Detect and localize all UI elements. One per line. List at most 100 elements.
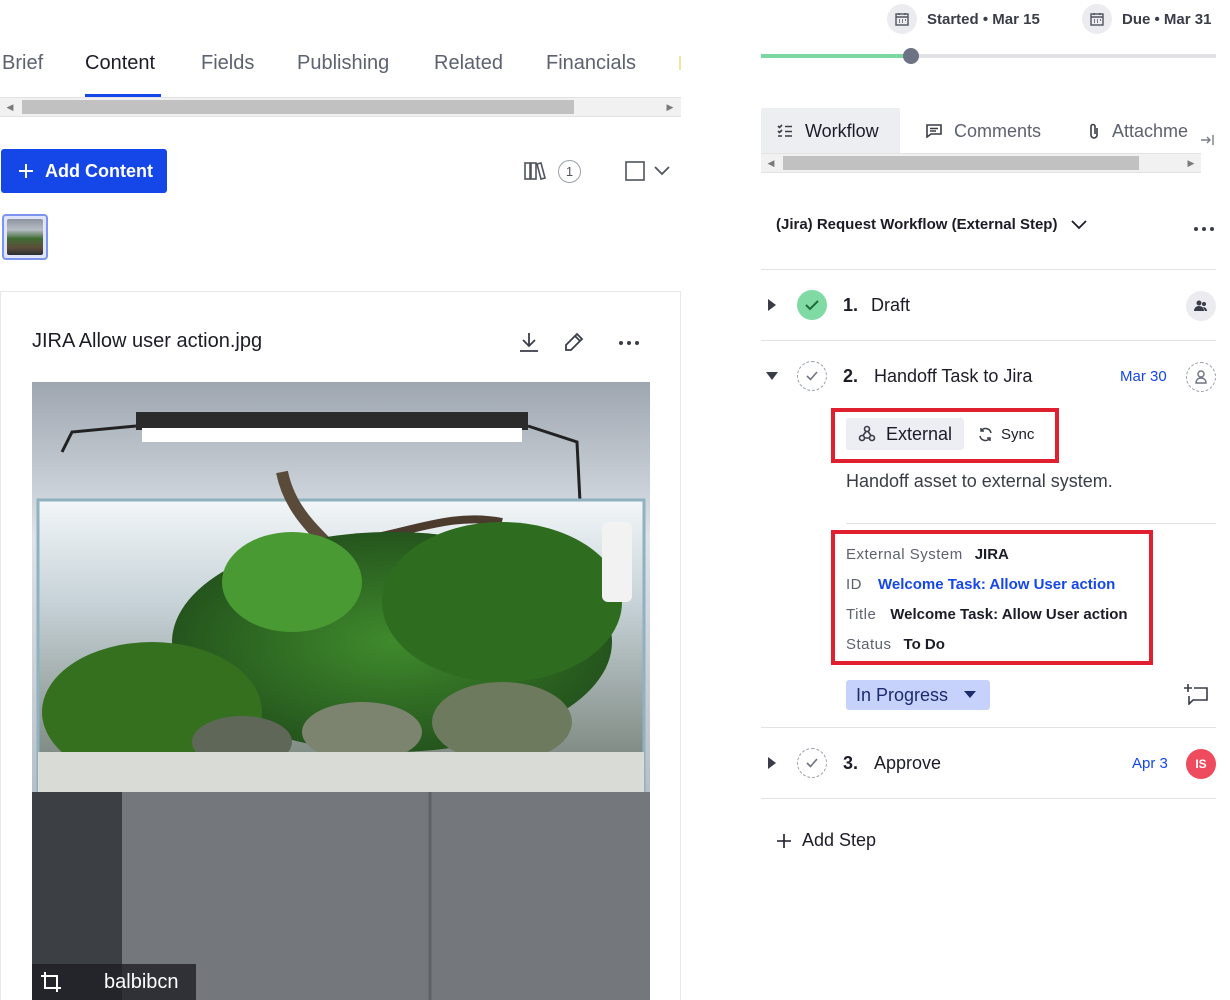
library-icon[interactable] <box>524 161 546 181</box>
detail-key: Title <box>846 606 877 623</box>
tab-content[interactable]: Content <box>85 52 155 75</box>
divider <box>761 727 1216 728</box>
expand-caret-icon[interactable] <box>767 756 777 770</box>
scroll-left-icon[interactable]: ◀ <box>765 157 777 169</box>
started-date-chip[interactable]: Started • Mar 15 <box>887 4 1040 34</box>
caret-down-icon <box>964 691 977 699</box>
right-tabs-scrollbar[interactable]: ◀ ▶ <box>761 153 1201 173</box>
step-due-date[interactable]: Apr 3 <box>1132 755 1168 772</box>
content-tabs: Brief Content Fields Publishing Related … <box>0 40 681 98</box>
tab-workflow-label: Workflow <box>805 120 879 141</box>
detail-status: Status To Do <box>846 636 945 653</box>
collapse-caret-icon[interactable] <box>765 371 779 381</box>
tab-financials[interactable]: Financials <box>546 52 636 75</box>
scroll-left-icon[interactable]: ◀ <box>4 101 16 113</box>
tab-comments-label: Comments <box>954 120 1042 141</box>
detail-value: To Do <box>903 636 945 653</box>
divider <box>846 523 1216 524</box>
tab-fields[interactable]: Fields <box>201 52 254 75</box>
asset-thumbnail[interactable] <box>2 214 48 260</box>
step-status-dropdown[interactable]: In Progress <box>846 680 990 710</box>
step-name: Approve <box>874 753 942 773</box>
add-subtask-icon[interactable] <box>1184 683 1208 705</box>
external-task-link[interactable]: Welcome Task: Allow User action <box>878 576 1115 593</box>
step-complete-icon <box>797 290 827 320</box>
workflow-name: (Jira) Request Workflow (External Step) <box>776 216 1058 233</box>
workflow-progress-bar <box>761 54 1216 58</box>
detail-key: Status <box>846 636 892 653</box>
detail-external-system: External System JIRA <box>846 546 1009 563</box>
assignee-avatar[interactable]: IS <box>1186 749 1216 779</box>
step-name: Draft <box>871 295 911 315</box>
external-badge: External <box>846 418 964 450</box>
step-number: 2. <box>843 366 859 386</box>
workflow-selector[interactable]: (Jira) Request Workflow (External Step) <box>776 216 1088 233</box>
workflow-step-handoff[interactable]: 2. Handoff Task to Jira Mar 30 <box>761 356 1216 396</box>
asset-image <box>32 382 650 1000</box>
detail-title: Title Welcome Task: Allow User action <box>846 606 1128 623</box>
step-pending-icon <box>797 748 827 778</box>
detail-id: ID Welcome Task: Allow User action <box>846 576 1115 593</box>
asset-title: JIRA Allow user action.jpg <box>32 330 263 352</box>
step-pending-icon <box>797 361 827 391</box>
calendar-icon <box>887 4 917 34</box>
detail-key: ID <box>846 576 862 593</box>
divider <box>761 798 1216 799</box>
divider <box>761 269 1216 270</box>
workflow-step-approve[interactable]: 3. Approve Apr 3 IS <box>761 743 1216 783</box>
progress-fill <box>761 54 912 58</box>
detail-key: External System <box>846 546 963 563</box>
tab-brief[interactable]: Brief <box>2 52 43 75</box>
tab-workflow[interactable]: Workflow <box>761 108 900 154</box>
crop-icon[interactable] <box>40 971 62 993</box>
tab-publishing[interactable]: Publishing <box>297 52 389 75</box>
collapse-panel-icon[interactable] <box>1200 134 1214 146</box>
comment-icon <box>926 124 942 138</box>
more-icon[interactable] <box>618 340 640 346</box>
workflow-step-draft[interactable]: 1. Draft <box>761 285 1216 325</box>
calendar-icon <box>1082 4 1112 34</box>
step-number: 1. <box>843 295 859 315</box>
thumbnail-image <box>7 219 43 255</box>
step-status-label: In Progress <box>856 684 949 705</box>
scroll-right-icon[interactable]: ▶ <box>664 101 676 113</box>
unassigned-user-icon[interactable] <box>1186 362 1216 392</box>
checklist-icon <box>777 124 793 138</box>
due-date-chip[interactable]: Due • Mar 31 <box>1082 4 1211 34</box>
add-step-button[interactable]: Add Step <box>776 830 876 851</box>
image-credit: balbibcn <box>104 970 179 993</box>
chevron-down-icon[interactable] <box>654 165 670 177</box>
tab-related[interactable]: Related <box>434 52 503 75</box>
assignee-group-icon[interactable] <box>1186 291 1216 321</box>
library-count-badge: 1 <box>558 160 581 183</box>
step-number: 3. <box>843 753 859 773</box>
tab-overflow-marker <box>679 56 681 70</box>
progress-handle[interactable] <box>903 48 920 64</box>
workflow-more-icon[interactable] <box>1193 226 1215 232</box>
download-icon[interactable] <box>518 331 540 353</box>
sync-button[interactable]: Sync <box>978 418 1034 450</box>
started-date: Started • Mar 15 <box>927 10 1040 28</box>
scroll-right-icon[interactable]: ▶ <box>1185 157 1197 169</box>
tabs-scrollbar[interactable]: ◀ ▶ <box>0 97 681 117</box>
tab-attachments-label: Attachme <box>1112 120 1189 141</box>
step-name: Handoff Task to Jira <box>874 366 1033 386</box>
tab-comments[interactable]: Comments <box>910 108 1057 154</box>
add-step-label: Add Step <box>802 830 877 850</box>
tab-attachments[interactable]: Attachme <box>1072 108 1216 154</box>
external-badge-label: External <box>886 423 953 444</box>
edit-icon[interactable] <box>563 331 585 353</box>
paperclip-icon <box>1088 123 1100 139</box>
scrollbar-thumb[interactable] <box>783 156 1139 170</box>
select-all-checkbox[interactable] <box>625 161 645 181</box>
plus-icon <box>776 833 792 849</box>
sync-label: Sync <box>1001 425 1035 443</box>
scrollbar-thumb[interactable] <box>22 100 574 114</box>
sync-icon <box>978 427 993 442</box>
divider <box>761 340 1216 341</box>
add-content-button[interactable]: Add Content <box>1 149 167 193</box>
chevron-down-icon <box>1071 219 1088 230</box>
expand-caret-icon[interactable] <box>767 298 777 312</box>
plus-icon <box>17 162 35 180</box>
step-due-date[interactable]: Mar 30 <box>1120 368 1167 385</box>
